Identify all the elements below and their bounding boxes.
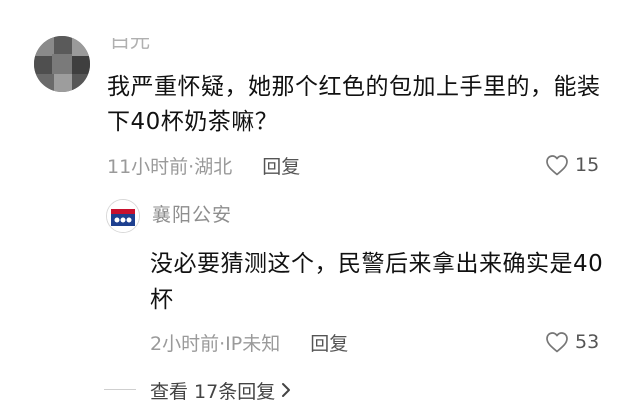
comment-time-location: 11小时前·湖北 xyxy=(107,155,233,178)
reply-like-button[interactable]: 53 xyxy=(545,329,599,355)
commenter-username[interactable]: 白光 xyxy=(110,38,150,52)
comment-like-button[interactable]: 15 xyxy=(545,152,599,178)
reply-like-count: 53 xyxy=(575,331,600,353)
heart-outline-icon xyxy=(546,332,568,353)
commenter-avatar[interactable] xyxy=(34,36,90,92)
chevron-right-icon xyxy=(282,383,291,397)
reply-meta: 2小时前·IP未知 回复 xyxy=(150,327,348,357)
reply-reply-button[interactable]: 回复 xyxy=(310,329,348,356)
reply-username[interactable]: 襄阳公安 xyxy=(152,203,232,227)
comment-meta: 11小时前·湖北 回复 xyxy=(107,150,300,180)
reply-time-location: 2小时前·IP未知 xyxy=(150,332,281,355)
view-more-replies-button[interactable]: 查看 17条回复 xyxy=(150,376,293,404)
police-badge-icon xyxy=(107,200,139,232)
reply-avatar[interactable] xyxy=(106,199,140,233)
comment-like-count: 15 xyxy=(575,154,600,176)
heart-outline-icon xyxy=(546,155,568,176)
expand-divider xyxy=(104,389,136,390)
comment-reply-button[interactable]: 回复 xyxy=(262,152,300,179)
comment-text: 我严重怀疑，她那个红色的包加上手里的，能装下40杯奶茶嘛？ xyxy=(107,74,601,135)
view-more-replies-label: 查看 17条回复 xyxy=(150,380,276,403)
reply-text: 没必要猜测这个，民警后来拿出来确实是40杯 xyxy=(150,251,604,313)
